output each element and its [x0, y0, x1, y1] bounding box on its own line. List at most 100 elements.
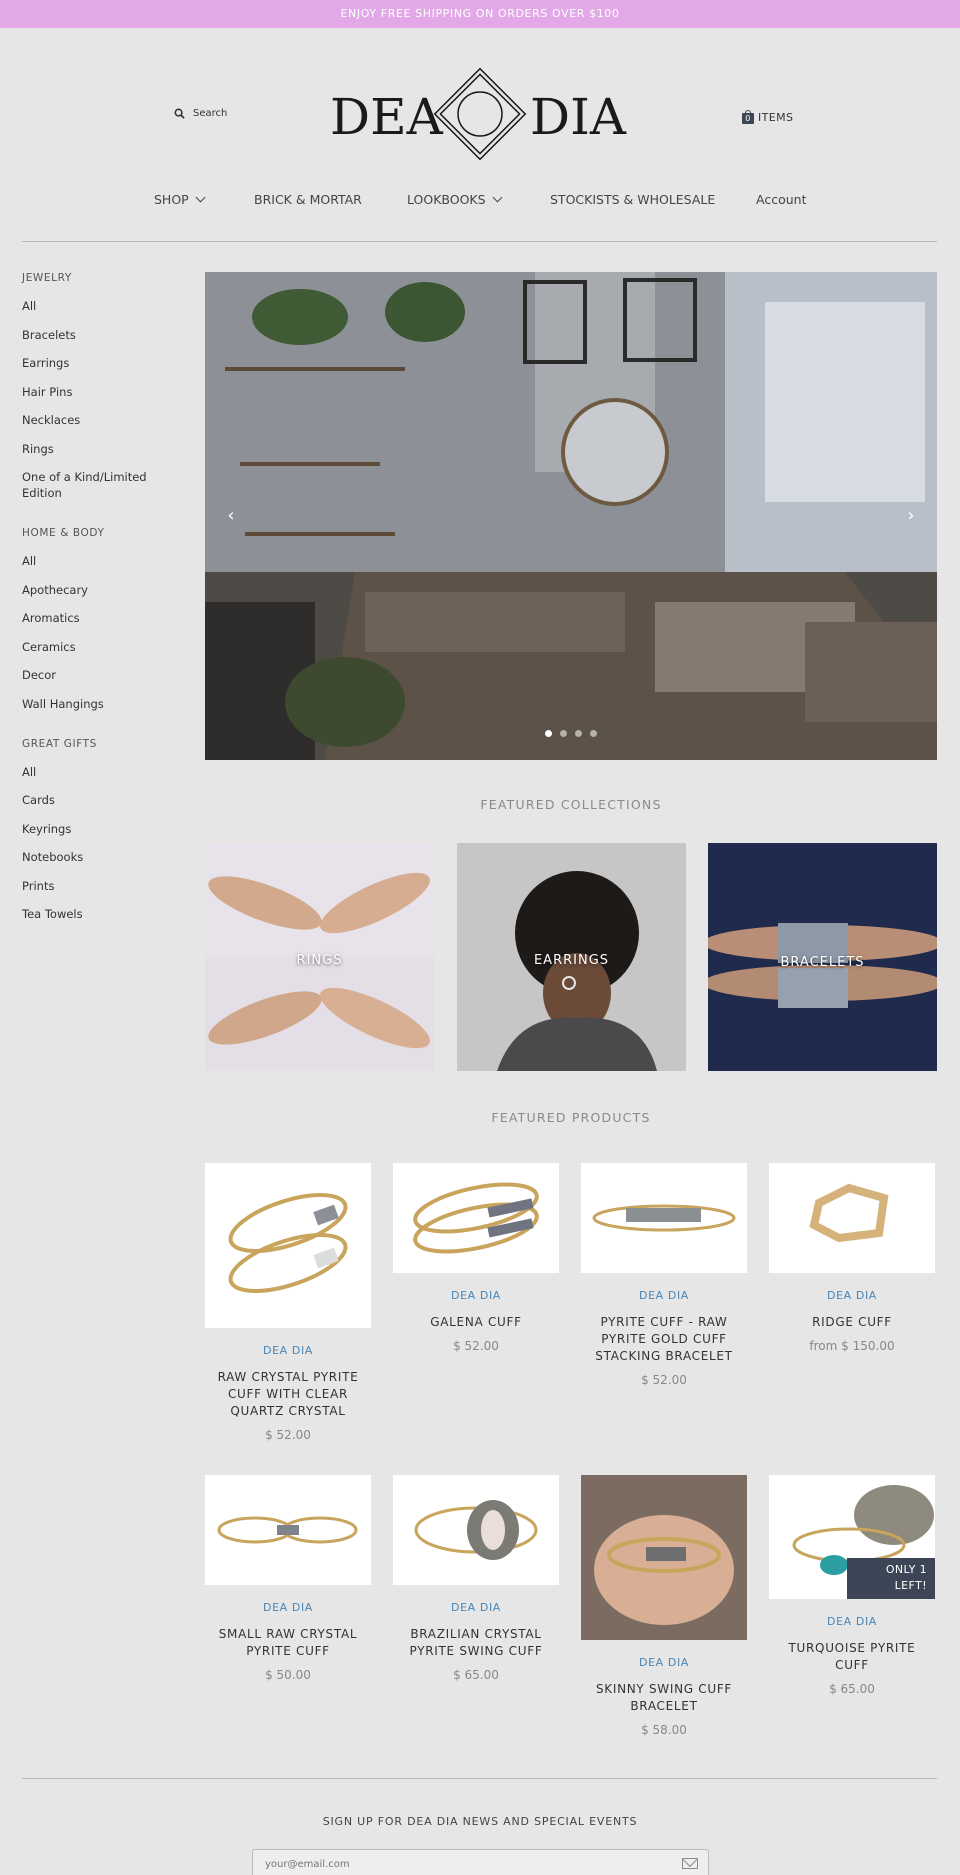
sidebar-link[interactable]: All: [22, 298, 182, 314]
announcement-bar: ENJOY FREE SHIPPING ON ORDERS OVER $100: [0, 0, 960, 28]
envelope-icon[interactable]: [682, 1858, 698, 1869]
sidebar-link[interactable]: Cards: [22, 792, 182, 808]
product-card[interactable]: DEA DIA PYRITE CUFF - RAW PYRITE GOLD CU…: [581, 1163, 747, 1387]
product-photo: [413, 1182, 539, 1254]
slide-image: [205, 272, 937, 760]
sidebar-link[interactable]: Bracelets: [22, 327, 182, 343]
collection-card-rings[interactable]: RINGS: [205, 843, 434, 1071]
collection-card-bracelets[interactable]: BRACELETS: [708, 843, 937, 1071]
sidebar-link[interactable]: Prints: [22, 878, 182, 894]
product-photo: [581, 1475, 747, 1640]
product-photo: [592, 1204, 736, 1232]
collection-label: EARRINGS: [533, 953, 610, 968]
sidebar-link[interactable]: All: [22, 553, 182, 569]
product-vendor[interactable]: DEA DIA: [769, 1615, 935, 1628]
slideshow-dot[interactable]: [560, 730, 567, 737]
sidebar-group-title: GREAT GIFTS: [22, 737, 97, 750]
featured-products-title: FEATURED PRODUCTS: [491, 1110, 651, 1125]
product-card[interactable]: DEA DIA SMALL RAW CRYSTAL PYRITE CUFF $ …: [205, 1475, 371, 1682]
product-image[interactable]: [393, 1475, 559, 1585]
product-vendor[interactable]: DEA DIA: [769, 1289, 935, 1302]
site-logo[interactable]: DEA DIA: [330, 66, 630, 162]
collection-card-earrings[interactable]: EARRINGS: [457, 843, 686, 1071]
chevron-left-icon: ‹: [227, 505, 235, 526]
product-photo: [217, 1516, 358, 1544]
product-photo: [809, 1183, 889, 1243]
footer-divider: [22, 1778, 937, 1779]
sidebar-link[interactable]: Rings: [22, 441, 182, 457]
sidebar-link[interactable]: Earrings: [22, 355, 182, 371]
product-image[interactable]: [205, 1475, 371, 1585]
product-vendor[interactable]: DEA DIA: [581, 1656, 747, 1669]
product-title[interactable]: TURQUOISE PYRITE CUFF: [769, 1640, 935, 1674]
sidebar-link[interactable]: Necklaces: [22, 412, 182, 428]
cart-link[interactable]: 0 ITEMS: [742, 110, 793, 124]
sidebar-link[interactable]: Decor: [22, 667, 182, 683]
product-price: $ 65.00: [453, 1668, 499, 1682]
product-card[interactable]: DEA DIA BRAZILIAN CRYSTAL PYRITE SWING C…: [393, 1475, 559, 1682]
email-field[interactable]: [265, 1858, 665, 1870]
product-card[interactable]: ONLY 1 LEFT! DEA DIA TURQUOISE PYRITE CU…: [769, 1475, 935, 1696]
sidebar-link[interactable]: Notebooks: [22, 849, 182, 865]
hero-slideshow[interactable]: ‹ ›: [205, 272, 937, 760]
sidebar-link[interactable]: All: [22, 764, 182, 780]
product-price: $ 52.00: [453, 1339, 499, 1353]
sidebar-link[interactable]: Apothecary: [22, 582, 182, 598]
product-card[interactable]: DEA DIA RIDGE CUFF from $ 150.00: [769, 1163, 935, 1353]
nav-item-stockists[interactable]: STOCKISTS & WHOLESALE: [550, 192, 715, 207]
sidebar-link[interactable]: Keyrings: [22, 821, 182, 837]
logo-text-right: DIA: [530, 88, 627, 146]
sidebar-group-title: JEWELRY: [22, 272, 72, 284]
slideshow-dot[interactable]: [545, 730, 552, 737]
product-card[interactable]: DEA DIA SKINNY SWING CUFF BRACELET $ 58.…: [581, 1475, 747, 1737]
nav-item-lookbooks[interactable]: LOOKBOOKS: [407, 192, 503, 207]
sidebar-group-title: HOME & BODY: [22, 527, 105, 539]
product-image[interactable]: [393, 1163, 559, 1273]
product-image[interactable]: [581, 1163, 747, 1273]
product-image[interactable]: [769, 1163, 935, 1273]
stock-badge: ONLY 1 LEFT!: [847, 1558, 935, 1599]
slideshow-dot[interactable]: [590, 730, 597, 737]
sidebar-link[interactable]: Hair Pins: [22, 384, 182, 400]
product-card[interactable]: DEA DIA RAW CRYSTAL PYRITE CUFF WITH CLE…: [205, 1163, 371, 1442]
product-vendor[interactable]: DEA DIA: [205, 1601, 371, 1614]
nav-label: LOOKBOOKS: [407, 192, 486, 207]
newsletter-form: [252, 1849, 709, 1875]
product-title[interactable]: SKINNY SWING CUFF BRACELET: [581, 1681, 747, 1715]
product-title[interactable]: RAW CRYSTAL PYRITE CUFF WITH CLEAR QUART…: [205, 1369, 371, 1420]
sidebar-link[interactable]: Aromatics: [22, 610, 182, 626]
product-title[interactable]: PYRITE CUFF - RAW PYRITE GOLD CUFF STACK…: [581, 1314, 747, 1365]
product-vendor[interactable]: DEA DIA: [205, 1344, 371, 1357]
product-vendor[interactable]: DEA DIA: [581, 1289, 747, 1302]
nav-label: SHOP: [154, 192, 189, 207]
search-trigger[interactable]: Search: [174, 108, 227, 119]
sidebar-group-home-body: HOME & BODY All Apothecary Aromatics Cer…: [22, 527, 182, 712]
product-photo: [414, 1500, 538, 1560]
nav-label: Account: [756, 192, 807, 207]
nav-item-account[interactable]: Account: [756, 192, 806, 207]
product-image[interactable]: ONLY 1 LEFT!: [769, 1475, 935, 1599]
slideshow-prev-button[interactable]: ‹: [215, 500, 247, 532]
logo-mark: DEA DIA: [330, 67, 627, 161]
sidebar-link[interactable]: One of a Kind/Limited Edition: [22, 469, 182, 501]
product-image[interactable]: [581, 1475, 747, 1640]
product-title[interactable]: BRAZILIAN CRYSTAL PYRITE SWING CUFF: [393, 1626, 559, 1660]
sidebar-link[interactable]: Wall Hangings: [22, 696, 182, 712]
nav-item-shop[interactable]: SHOP: [154, 192, 206, 207]
product-card[interactable]: DEA DIA GALENA CUFF $ 52.00: [393, 1163, 559, 1353]
sidebar-link[interactable]: Tea Towels: [22, 906, 182, 922]
sidebar-link[interactable]: Ceramics: [22, 639, 182, 655]
product-price: $ 58.00: [641, 1723, 687, 1737]
chevron-down-icon: [492, 192, 503, 203]
product-vendor[interactable]: DEA DIA: [393, 1601, 559, 1614]
product-photo: [228, 1193, 348, 1293]
slideshow-dot[interactable]: [575, 730, 582, 737]
nav-item-brick-mortar[interactable]: BRICK & MORTAR: [254, 192, 362, 207]
product-title[interactable]: RIDGE CUFF: [769, 1314, 935, 1331]
product-vendor[interactable]: DEA DIA: [393, 1289, 559, 1302]
product-title[interactable]: GALENA CUFF: [393, 1314, 559, 1331]
product-title[interactable]: SMALL RAW CRYSTAL PYRITE CUFF: [205, 1626, 371, 1660]
slideshow-next-button[interactable]: ›: [895, 500, 927, 532]
nav-label: STOCKISTS & WHOLESALE: [550, 192, 716, 207]
product-image[interactable]: [205, 1163, 371, 1328]
